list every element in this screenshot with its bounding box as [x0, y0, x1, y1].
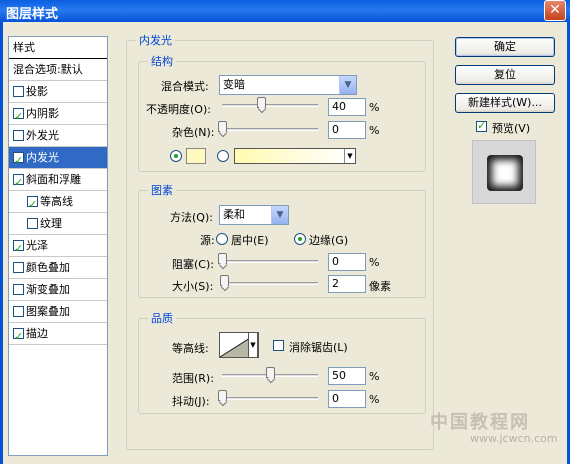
range-unit: % — [369, 370, 380, 383]
jitter-slider-thumb[interactable] — [218, 390, 227, 401]
noise-slider-thumb[interactable] — [218, 121, 227, 132]
opacity-field[interactable]: 40 — [328, 98, 366, 116]
title-bar: 图层样式 ✕ — [0, 0, 570, 22]
preview-thumbnail — [487, 155, 523, 191]
source-edge-label: 边缘(G) — [309, 234, 349, 247]
quality-legend: 品质 — [148, 310, 176, 326]
sidebar-item-blending-options[interactable]: 混合选项:默认 — [9, 59, 107, 81]
sidebar-item-color-overlay[interactable]: 颜色叠加 — [9, 257, 107, 279]
choke-label: 阻塞(C): — [172, 258, 214, 271]
gradient-overlay-checkbox[interactable] — [13, 284, 24, 295]
size-label: 大小(S): — [172, 280, 214, 293]
noise-unit: % — [369, 124, 380, 137]
chevron-down-icon: ▼ — [271, 206, 288, 224]
sidebar-item-pattern-overlay[interactable]: 图案叠加 — [9, 301, 107, 323]
preview-checkbox[interactable] — [476, 119, 487, 132]
size-slider[interactable] — [222, 282, 318, 285]
sidebar-item-bevel-emboss[interactable]: 斜面和浮雕 — [9, 169, 107, 193]
choke-slider-thumb[interactable] — [218, 253, 227, 264]
sidebar-item-satin[interactable]: 光泽 — [9, 235, 107, 259]
drop-shadow-checkbox[interactable] — [13, 86, 24, 97]
opacity-slider[interactable] — [222, 104, 318, 107]
contour-label: 等高线: — [172, 342, 209, 355]
reset-button[interactable]: 复位 — [455, 65, 555, 85]
close-button[interactable]: ✕ — [544, 0, 566, 21]
sidebar-item-stroke[interactable]: 描边 — [9, 323, 107, 347]
contour-checkbox[interactable] — [27, 194, 38, 215]
window-title: 图层样式 — [6, 7, 59, 22]
size-field[interactable]: 2 — [328, 275, 366, 293]
sidebar-item-inner-shadow[interactable]: 内阴影 — [9, 103, 107, 127]
style-list: 样式 混合选项:默认 投影 内阴影 外发光 内发光 斜面和浮雕 等高线 纹理 光… — [8, 36, 108, 456]
elements-legend: 图素 — [148, 182, 176, 198]
source-label: 源: — [200, 234, 215, 247]
pattern-overlay-checkbox[interactable] — [13, 306, 24, 317]
blend-mode-label: 混合模式: — [161, 80, 209, 93]
bevel-emboss-checkbox[interactable] — [13, 172, 24, 193]
source-center-label: 居中(E) — [231, 234, 269, 247]
sidebar-item-drop-shadow[interactable]: 投影 — [9, 81, 107, 103]
source-center-radio[interactable] — [216, 233, 228, 245]
antialias-checkbox[interactable] — [273, 340, 284, 351]
solid-color-radio[interactable] — [170, 150, 182, 162]
ok-button[interactable]: 确定 — [455, 37, 555, 57]
sidebar-item-contour[interactable]: 等高线 — [9, 191, 107, 215]
inner-shadow-checkbox[interactable] — [13, 106, 24, 127]
outer-glow-checkbox[interactable] — [13, 130, 24, 141]
choke-field[interactable]: 0 — [328, 253, 366, 271]
range-slider-thumb[interactable] — [266, 367, 275, 378]
noise-slider[interactable] — [222, 128, 318, 131]
preview-label: 预览(V) — [492, 122, 531, 135]
new-style-button[interactable]: 新建样式(W)... — [455, 93, 555, 113]
glow-color-swatch[interactable] — [186, 148, 206, 164]
opacity-unit: % — [369, 101, 380, 114]
satin-checkbox[interactable] — [13, 238, 24, 259]
style-list-header[interactable]: 样式 — [9, 37, 107, 59]
sidebar-item-texture[interactable]: 纹理 — [9, 213, 107, 235]
opacity-label: 不透明度(O): — [146, 103, 211, 116]
jitter-label: 抖动(J): — [172, 395, 210, 408]
range-label: 范围(R): — [172, 372, 214, 385]
gradient-swatch[interactable]: ▼ — [234, 148, 356, 164]
size-slider-thumb[interactable] — [220, 275, 229, 286]
sidebar-item-outer-glow[interactable]: 外发光 — [9, 125, 107, 147]
style-preview — [472, 140, 536, 204]
inner-glow-legend: 内发光 — [136, 32, 175, 48]
size-unit: 像素 — [369, 280, 391, 293]
antialias-label: 消除锯齿(L) — [289, 341, 348, 354]
sidebar-item-gradient-overlay[interactable]: 渐变叠加 — [9, 279, 107, 301]
noise-field[interactable]: 0 — [328, 121, 366, 139]
watermark-logo: 中国教程网 — [430, 412, 530, 433]
choke-slider[interactable] — [222, 260, 318, 263]
opacity-slider-thumb[interactable] — [257, 97, 266, 108]
chevron-down-icon: ▼ — [344, 149, 355, 163]
contour-dropdown[interactable]: ▼ — [248, 332, 258, 358]
choke-unit: % — [369, 256, 380, 269]
gradient-radio[interactable] — [217, 150, 229, 162]
noise-label: 杂色(N): — [172, 126, 215, 139]
range-field[interactable]: 50 — [328, 367, 366, 385]
method-select[interactable]: 柔和 ▼ — [219, 205, 289, 225]
inner-glow-checkbox[interactable] — [13, 150, 24, 171]
watermark-url: www.jcwcn.com — [470, 432, 558, 445]
source-edge-radio[interactable] — [294, 233, 306, 245]
texture-checkbox[interactable] — [27, 218, 38, 229]
method-label: 方法(Q): — [170, 211, 213, 224]
jitter-unit: % — [369, 393, 380, 406]
sidebar-item-inner-glow[interactable]: 内发光 — [9, 147, 107, 171]
color-overlay-checkbox[interactable] — [13, 262, 24, 273]
chevron-down-icon: ▼ — [339, 76, 356, 94]
stroke-checkbox[interactable] — [13, 326, 24, 347]
jitter-slider[interactable] — [222, 397, 318, 400]
blend-mode-select[interactable]: 变暗 ▼ — [219, 75, 357, 95]
chevron-down-icon: ▼ — [250, 341, 256, 349]
structure-legend: 结构 — [148, 53, 176, 69]
jitter-field[interactable]: 0 — [328, 390, 366, 408]
